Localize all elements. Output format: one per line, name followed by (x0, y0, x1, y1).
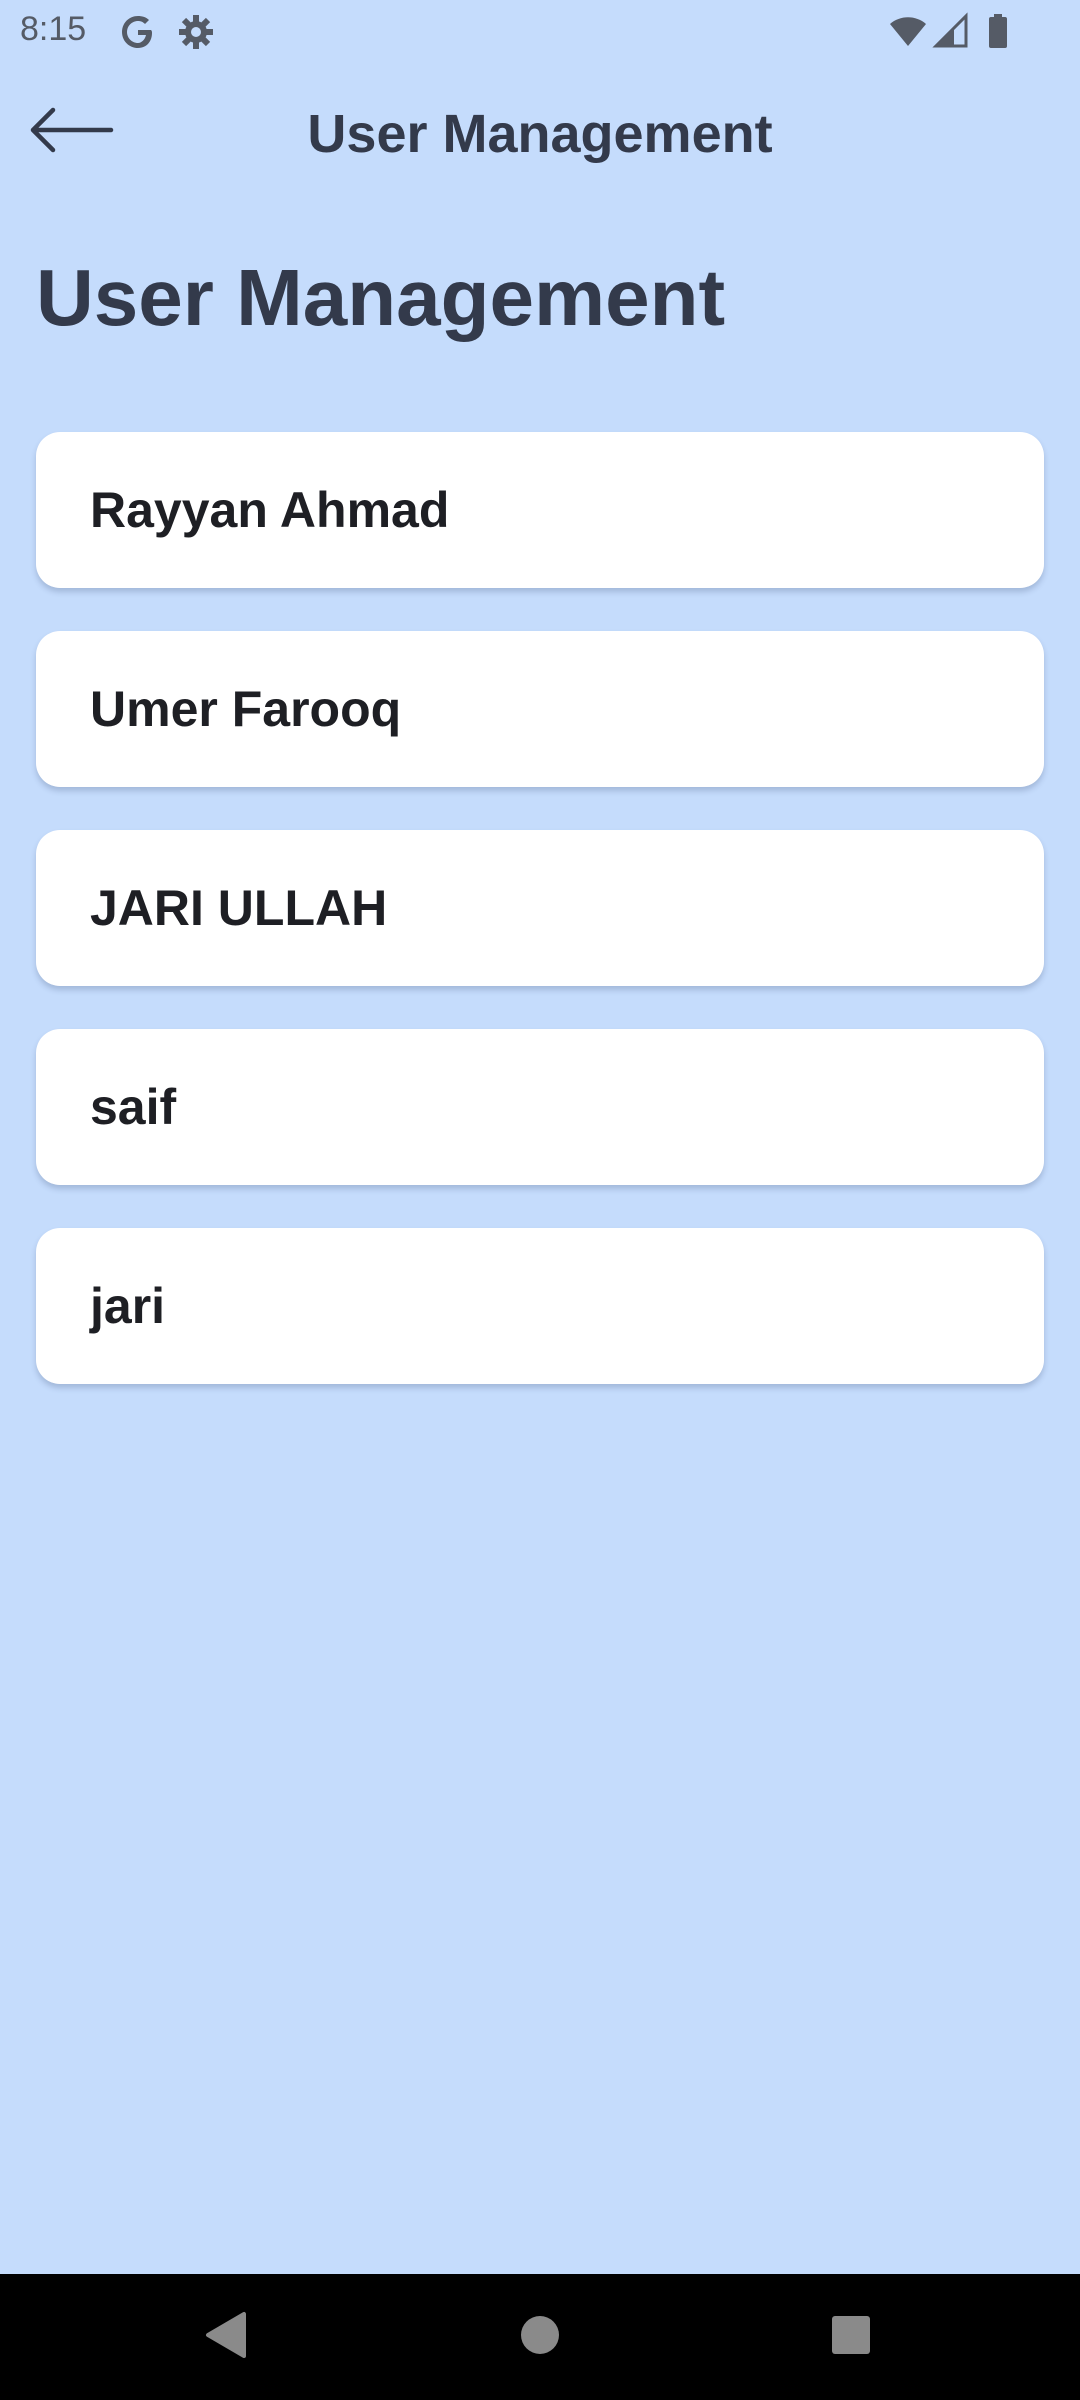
google-icon (118, 12, 158, 52)
app-bar: User Management (0, 64, 1080, 204)
page-title: User Management (36, 253, 726, 342)
nav-recents-button[interactable] (818, 2304, 884, 2370)
nav-home-button[interactable] (507, 2304, 573, 2370)
wifi-icon (888, 12, 928, 52)
app-bar-title: User Management (307, 104, 773, 164)
user-list: Rayyan Ahmad Umer Farooq JARI ULLAH saif… (36, 432, 1044, 1427)
status-bar: 8:15 (0, 0, 1080, 64)
signal-icon (932, 12, 972, 52)
user-list-item[interactable]: Rayyan Ahmad (36, 432, 1044, 588)
arrow-back-icon (25, 105, 115, 160)
user-list-item[interactable]: saif (36, 1029, 1044, 1185)
back-triangle-icon (202, 2310, 248, 2365)
user-name: JARI ULLAH (90, 880, 388, 936)
user-name: saif (90, 1079, 177, 1135)
home-circle-icon (518, 2313, 562, 2362)
recents-square-icon (829, 2313, 873, 2362)
nav-back-button[interactable] (192, 2304, 258, 2370)
user-list-item[interactable]: jari (36, 1228, 1044, 1384)
user-name: Rayyan Ahmad (90, 482, 450, 538)
back-button[interactable] (22, 100, 118, 164)
user-name: jari (90, 1278, 166, 1334)
battery-icon (978, 12, 1018, 52)
settings-icon (176, 12, 216, 52)
user-name: Umer Farooq (90, 681, 402, 737)
user-list-item[interactable]: JARI ULLAH (36, 830, 1044, 986)
system-nav-bar (0, 2274, 1080, 2400)
user-list-item[interactable]: Umer Farooq (36, 631, 1044, 787)
status-time: 8:15 (20, 10, 87, 48)
